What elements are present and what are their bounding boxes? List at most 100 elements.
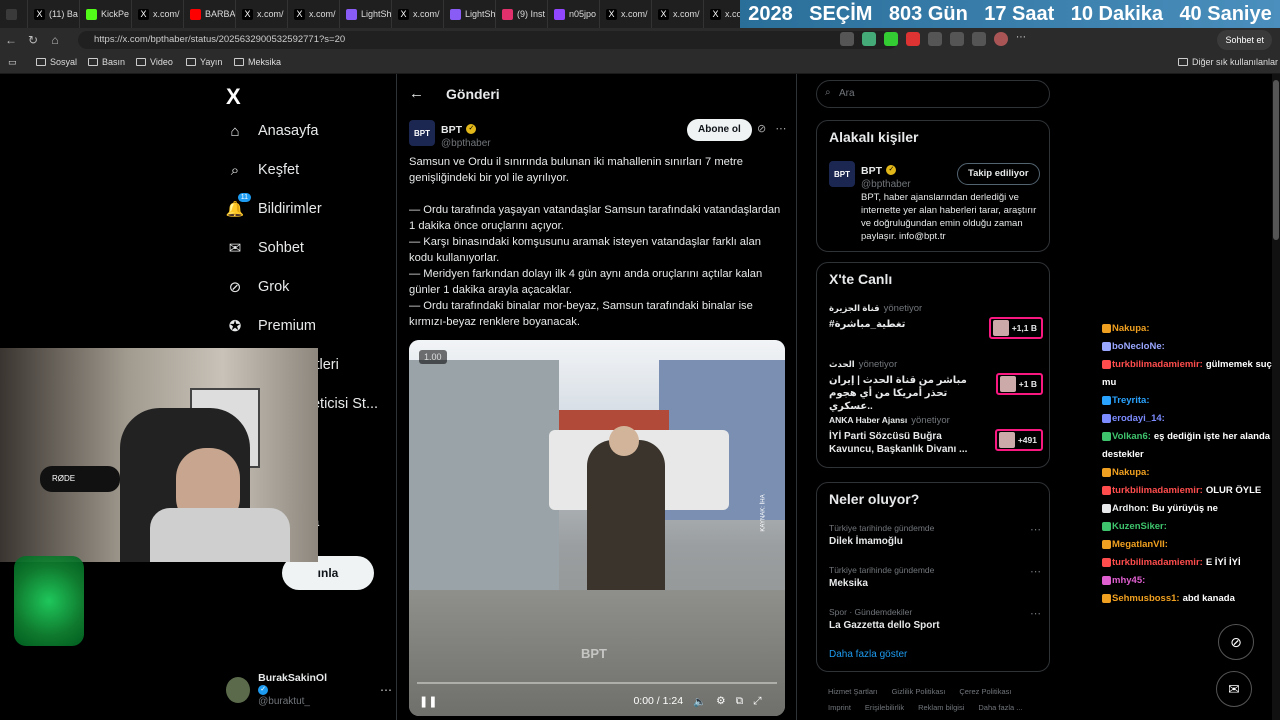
related-name[interactable]: BPT <box>861 165 882 177</box>
extension-icon[interactable] <box>840 32 854 46</box>
copilot-chat-button[interactable]: Sohbet et <box>1217 30 1272 50</box>
live-listeners-pill[interactable]: +1,1 B <box>988 317 1043 339</box>
fullscreen-icon[interactable]: ⤢ <box>753 695 761 708</box>
browser-tab[interactable]: KickPe <box>80 0 132 28</box>
favorites-icon[interactable] <box>950 32 964 46</box>
footer-link[interactable]: Imprint <box>828 700 851 716</box>
back-icon[interactable]: ← <box>0 33 22 47</box>
bookmark-folder[interactable]: Sosyal <box>36 57 77 67</box>
pip-icon[interactable]: ⧉ <box>736 695 744 708</box>
more-icon[interactable]: ⋯ <box>775 123 786 135</box>
related-avatar[interactable]: BPT <box>829 161 855 187</box>
card-title: X'te Canlı <box>829 271 893 287</box>
browser-tab[interactable]: n05jpo <box>548 0 600 28</box>
more-icon[interactable]: ⋯ <box>380 683 392 697</box>
home-page-icon[interactable]: ⌂ <box>44 33 66 47</box>
nav-item-4[interactable]: ✉ Sohbet <box>226 239 304 257</box>
extension-icon[interactable] <box>906 32 920 46</box>
live-item[interactable]: قناة الجزيرة yönetiyor #تغطية_مباشرة +1,1 B <box>829 303 1043 339</box>
footer-link[interactable]: Gizlilik Politikası <box>892 684 946 700</box>
footer-link[interactable]: Erişilebilirlik <box>865 700 904 716</box>
profile-avatar[interactable] <box>994 32 1008 46</box>
grok-icon[interactable]: ⊘ <box>757 123 766 135</box>
settings-icon[interactable]: ⚙ <box>716 695 725 707</box>
footer-link[interactable]: Reklam bilgisi <box>918 700 964 716</box>
trend-item[interactable]: Türkiye tarihinde gündemde Dilek İmamoğlu… <box>829 523 1041 547</box>
nav-item-5[interactable]: ⊘ Grok <box>226 278 290 296</box>
live-host-row: ANKA Haber Ajansı yönetiyor <box>829 415 1041 426</box>
more-icon[interactable]: ⋯ <box>1030 523 1041 536</box>
video-progress-bar[interactable] <box>417 682 777 684</box>
trend-title: Dilek İmamoğlu <box>829 536 903 547</box>
live-item[interactable]: الحدث yönetiyor مباشر من قناة الحدث | إيرا… <box>829 359 1043 413</box>
reading-list-icon[interactable]: ▭ <box>8 57 17 68</box>
browser-tab[interactable]: X (11) Ba <box>28 0 80 28</box>
related-handle[interactable]: @bpthaber <box>861 179 911 190</box>
following-button[interactable]: Takip ediliyor <box>957 163 1040 185</box>
live-item[interactable]: ANKA Haber Ajansı yönetiyor İYİ Parti Sözc… <box>829 415 1043 456</box>
search-input[interactable]: Ara <box>816 80 1050 108</box>
footer-link[interactable]: Daha fazla ... <box>978 700 1022 716</box>
browser-tab[interactable]: BARBA <box>184 0 236 28</box>
collections-icon[interactable] <box>972 32 986 46</box>
browser-tab[interactable]: Xx.com/ <box>392 0 444 28</box>
browser-tab[interactable]: Xx.com/ <box>132 0 184 28</box>
scrollbar-thumb[interactable] <box>1273 80 1279 240</box>
live-listeners-pill[interactable]: +491 <box>994 429 1043 451</box>
home-icon: ⌂ <box>230 122 240 140</box>
back-arrow-icon[interactable]: ← <box>409 85 424 102</box>
chat-username: mhy45: <box>1112 575 1146 586</box>
nav-item-2[interactable]: ⌕ Keşfet <box>226 161 299 179</box>
bookmark-folder[interactable]: Yayın <box>186 57 222 67</box>
trend-item[interactable]: Spor · Gündemdekiler La Gazzetta dello Sp… <box>829 607 1041 631</box>
browser-tab[interactable]: Xx.com/ <box>236 0 288 28</box>
author-handle[interactable]: @bpthaber <box>441 138 491 149</box>
bookmark-folder[interactable]: Basın <box>88 57 125 67</box>
browser-tab[interactable]: Xx.com/ <box>600 0 652 28</box>
post-header: ← Gönderi <box>409 85 500 102</box>
volume-icon[interactable]: 🔈 <box>693 695 706 708</box>
account-switcher[interactable]: BurakSakinOl ✓ @buraktut_ ⋯ <box>226 672 392 707</box>
post-author[interactable]: BPT BPT ✓ @bpthaber <box>409 120 491 149</box>
live-listeners-pill[interactable]: +1 B <box>995 373 1043 395</box>
show-more-link[interactable]: Daha fazla göster <box>829 649 907 660</box>
browser-tab[interactable]: LightSh <box>444 0 496 28</box>
author-avatar[interactable]: BPT <box>409 120 435 146</box>
folder-icon <box>88 58 98 66</box>
browser-tab[interactable]: Xx.com/ <box>652 0 704 28</box>
bookmark-folder[interactable]: Meksika <box>234 57 281 67</box>
grok-float-icon[interactable]: ⊘ <box>1218 624 1254 660</box>
extension-icon[interactable] <box>928 32 942 46</box>
video-player[interactable]: 1.00 BPT KAYNAK: İHA ❚❚ 0:00 / 1:24 🔈 ⚙ … <box>409 340 785 716</box>
nav-item-3[interactable]: 🔔 11 Bildirimler <box>226 193 322 218</box>
x-logo-icon[interactable]: X <box>226 84 241 110</box>
nav-item-1[interactable]: ⌂ Anasayfa <box>226 122 318 140</box>
author-name[interactable]: BPT <box>441 124 462 136</box>
footer-link[interactable]: Hizmet Şartları <box>828 684 878 700</box>
more-icon[interactable]: ⋯ <box>1030 607 1041 620</box>
reload-icon[interactable]: ↻ <box>22 33 44 47</box>
url-field[interactable]: https://x.com/bpthaber/status/2025632900… <box>78 31 898 49</box>
chat-message: turkbilimadamiemir: gülmemek suç mu <box>1102 356 1278 392</box>
extension-icon[interactable] <box>884 32 898 46</box>
live-host-row: قناة الجزيرة yönetiyor <box>829 303 1041 314</box>
subscribe-button[interactable]: Abone ol <box>687 119 752 141</box>
footer-link[interactable]: Çerez Politikası <box>959 684 1011 700</box>
more-icon[interactable]: ⋯ <box>1030 565 1041 578</box>
bell-icon: 🔔 11 <box>226 193 251 218</box>
extension-icon[interactable] <box>862 32 876 46</box>
trend-item[interactable]: Türkiye tarihinde gündemde Meksika ⋯ <box>829 565 1041 589</box>
live-avatar <box>992 320 1009 336</box>
pause-icon[interactable]: ❚❚ <box>419 695 437 708</box>
bookmark-folder[interactable]: Video <box>136 57 173 67</box>
playback-speed-badge[interactable]: 1.00 <box>419 350 447 364</box>
nav-item-6[interactable]: ✪ Premium <box>226 317 316 335</box>
browser-tab[interactable]: LightSh <box>340 0 392 28</box>
browser-tab[interactable]: Xx.com/ <box>288 0 340 28</box>
browser-tab[interactable]: (9) Inst <box>496 0 548 28</box>
countdown-label: SEÇİM <box>809 2 873 25</box>
messages-float-icon[interactable]: ✉ <box>1216 671 1252 707</box>
more-menu-icon[interactable]: ⋯ <box>1016 32 1030 46</box>
other-bookmarks[interactable]: Diğer sık kullanılanlar <box>1178 57 1278 67</box>
browser-tab[interactable] <box>0 0 28 28</box>
